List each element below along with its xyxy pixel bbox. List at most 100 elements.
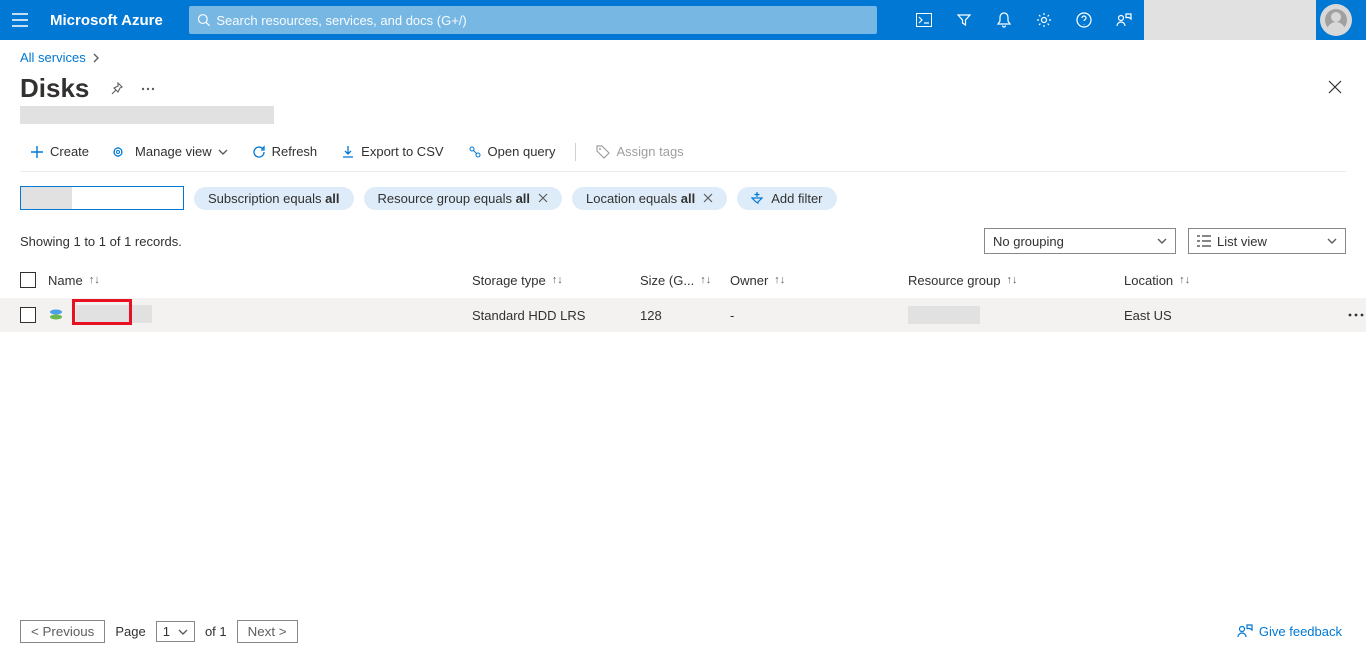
row-more-button[interactable] <box>1348 313 1364 317</box>
add-filter-icon <box>751 192 763 204</box>
remove-filter-icon[interactable] <box>538 193 548 203</box>
more-icon <box>1348 313 1364 317</box>
of-label: of 1 <box>205 624 227 639</box>
user-avatar[interactable] <box>1320 4 1352 36</box>
filter-pill-subscription[interactable]: Subscription equals all <box>194 187 354 210</box>
records-summary: Showing 1 to 1 of 1 records. <box>20 234 182 249</box>
pin-icon <box>109 82 123 96</box>
filter-name-input[interactable] <box>72 187 183 209</box>
refresh-button[interactable]: Refresh <box>242 140 328 163</box>
feedback-label: Give feedback <box>1259 624 1342 639</box>
manage-view-label: Manage view <box>135 144 212 159</box>
select-all-checkbox[interactable] <box>20 272 36 288</box>
menu-toggle[interactable] <box>0 13 40 27</box>
cell-size: 128 <box>640 308 730 323</box>
chevron-right-icon <box>92 53 100 63</box>
add-filter-button[interactable]: Add filter <box>737 187 836 210</box>
sort-icon: ↑↓ <box>552 274 563 286</box>
grouping-dropdown[interactable]: No grouping <box>984 228 1176 254</box>
column-storage[interactable]: Storage type ↑↓ <box>472 273 640 288</box>
directories-button[interactable] <box>944 0 984 40</box>
filter-icon <box>956 12 972 28</box>
close-button[interactable] <box>1328 80 1342 94</box>
person-feedback-icon <box>1116 12 1132 28</box>
settings-button[interactable] <box>1024 0 1064 40</box>
sort-icon: ↑↓ <box>774 274 785 286</box>
sort-icon: ↑↓ <box>89 274 100 286</box>
column-location[interactable]: Location ↑↓ <box>1124 273 1346 288</box>
download-icon <box>341 145 355 159</box>
column-resource-group[interactable]: Resource group ↑↓ <box>908 273 1124 288</box>
cloud-shell-button[interactable] <box>904 0 944 40</box>
give-feedback-link[interactable]: Give feedback <box>1237 623 1342 639</box>
settings-view-icon <box>113 145 129 159</box>
disk-icon <box>48 307 64 323</box>
title-row: Disks <box>20 73 1346 104</box>
cell-location: East US <box>1124 308 1346 323</box>
add-filter-label: Add filter <box>771 191 822 206</box>
gear-icon <box>1036 12 1052 28</box>
content-area: All services Disks Create Manage view Re… <box>0 40 1366 332</box>
plus-icon <box>30 145 44 159</box>
column-name[interactable]: Name ↑↓ <box>48 273 472 288</box>
sort-icon: ↑↓ <box>1007 274 1018 286</box>
filter-pill-resource-group[interactable]: Resource group equals all <box>364 187 563 210</box>
help-button[interactable] <box>1064 0 1104 40</box>
avatar-icon <box>1325 9 1347 31</box>
manage-view-button[interactable]: Manage view <box>103 140 238 163</box>
chevron-down-icon <box>1327 238 1337 244</box>
page-label: Page <box>115 624 145 639</box>
grouping-value: No grouping <box>993 234 1064 249</box>
disk-name-redacted <box>76 305 152 323</box>
refresh-label: Refresh <box>272 144 318 159</box>
pager: < Previous Page 1 of 1 Next > <box>20 620 298 643</box>
more-button[interactable] <box>135 76 161 102</box>
create-button[interactable]: Create <box>20 140 99 163</box>
filter-row: Subscription equals all Resource group e… <box>20 186 1346 210</box>
chevron-down-icon <box>218 149 228 155</box>
refresh-icon <box>252 145 266 159</box>
table-header: Name ↑↓ Storage type ↑↓ Size (G... ↑↓ Ow… <box>20 268 1346 298</box>
column-size[interactable]: Size (G... ↑↓ <box>640 273 730 288</box>
assign-tags-button: Assign tags <box>586 140 693 163</box>
view-mode-dropdown[interactable]: List view <box>1188 228 1346 254</box>
chevron-down-icon <box>178 629 188 635</box>
account-area-redacted[interactable] <box>1144 0 1316 40</box>
brand-label[interactable]: Microsoft Azure <box>40 12 181 29</box>
remove-filter-icon[interactable] <box>703 193 713 203</box>
export-csv-button[interactable]: Export to CSV <box>331 140 453 163</box>
person-feedback-icon <box>1237 623 1253 639</box>
filter-name-input-wrap[interactable] <box>20 186 184 210</box>
search-input[interactable] <box>216 13 868 28</box>
feedback-top-button[interactable] <box>1104 0 1144 40</box>
open-query-label: Open query <box>488 144 556 159</box>
chevron-down-icon <box>1157 238 1167 244</box>
sort-icon: ↑↓ <box>700 274 711 286</box>
top-bar: Microsoft Azure <box>0 0 1366 40</box>
breadcrumb-root[interactable]: All services <box>20 50 86 65</box>
close-icon <box>1328 80 1342 94</box>
command-bar: Create Manage view Refresh Export to CSV… <box>20 140 1346 172</box>
next-button[interactable]: Next > <box>237 620 298 643</box>
column-owner[interactable]: Owner ↑↓ <box>730 273 908 288</box>
open-query-button[interactable]: Open query <box>458 140 566 163</box>
list-icon <box>1197 235 1211 247</box>
sort-icon: ↑↓ <box>1179 274 1190 286</box>
global-search[interactable] <box>189 6 877 34</box>
table-row[interactable]: Standard HDD LRS 128 - East US <box>0 298 1366 332</box>
notifications-button[interactable] <box>984 0 1024 40</box>
cell-owner: - <box>730 308 908 323</box>
previous-button[interactable]: < Previous <box>20 620 105 643</box>
toolbar-separator <box>575 143 576 161</box>
row-checkbox[interactable] <box>20 307 36 323</box>
help-icon <box>1076 12 1092 28</box>
records-row: Showing 1 to 1 of 1 records. No grouping… <box>20 228 1346 254</box>
create-label: Create <box>50 144 89 159</box>
cell-storage: Standard HDD LRS <box>472 308 640 323</box>
disk-name-link[interactable] <box>76 305 152 326</box>
filter-pill-location[interactable]: Location equals all <box>572 187 727 210</box>
more-icon <box>141 87 155 91</box>
query-icon <box>468 145 482 159</box>
pin-button[interactable] <box>103 76 129 102</box>
page-select[interactable]: 1 <box>156 621 195 642</box>
